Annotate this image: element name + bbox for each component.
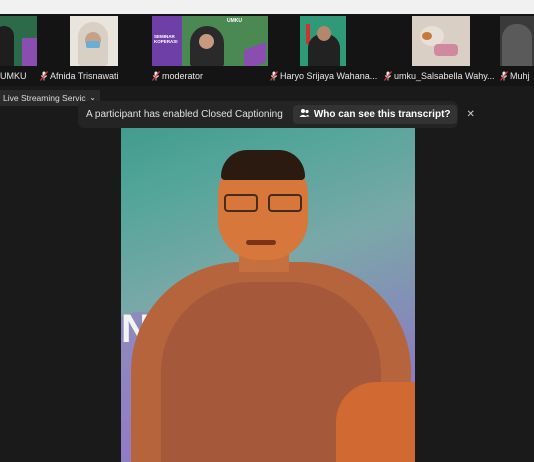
participant-video (500, 16, 534, 66)
who-can-see-transcript-label: Who can see this transcript? (313, 109, 451, 120)
top-chrome-bar (0, 0, 534, 14)
muted-mic-icon (500, 71, 508, 81)
participant-video (300, 16, 346, 66)
slide-text: SEMINAR KOPERASI (154, 34, 178, 44)
close-icon[interactable]: ✕ (467, 109, 475, 120)
participant-name: moderator (152, 69, 268, 83)
participant-video (0, 16, 37, 66)
participant-video (412, 16, 470, 66)
speaker-glasses (224, 194, 258, 212)
muted-mic-icon (270, 71, 278, 81)
participant-name: UMKU (0, 71, 27, 81)
participant-name: Haryo Srijaya Wahana... (270, 69, 382, 83)
participant-tile[interactable]: SEMINAR KOPERASI UMKU moderator (152, 16, 268, 84)
participant-tile[interactable]: Haryo Srijaya Wahana... (270, 16, 382, 84)
slide-logo: UMKU (227, 18, 242, 24)
muted-mic-icon (40, 71, 48, 81)
participant-video: SEMINAR KOPERASI UMKU (152, 16, 268, 66)
participant-name: Muhj (500, 69, 534, 83)
participant-strip: UMKU Afnida Trisnawati SEMINAR KOPERASI … (0, 14, 534, 86)
participant-tile[interactable]: umku_Salsabella Wahy... (384, 16, 498, 84)
who-can-see-transcript-button[interactable]: Who can see this transcript? (292, 105, 457, 124)
participant-tile[interactable]: Muhj (500, 16, 534, 84)
main-video: N (121, 112, 415, 462)
muted-mic-icon (384, 71, 392, 81)
participant-name: Afnida Trisnawati (40, 69, 119, 83)
view-selector-label: Live Streaming Servic (3, 93, 86, 103)
participant-video (70, 16, 118, 66)
participant-tile[interactable]: UMKU (0, 16, 37, 84)
participant-tile[interactable]: Afnida Trisnawati (40, 16, 119, 84)
participant-name: umku_Salsabella Wahy... (384, 69, 498, 83)
caption-message: A participant has enabled Closed Caption… (86, 109, 283, 120)
muted-mic-icon (152, 71, 160, 81)
closed-caption-notification: A participant has enabled Closed Caption… (78, 101, 475, 128)
people-icon (299, 108, 310, 121)
